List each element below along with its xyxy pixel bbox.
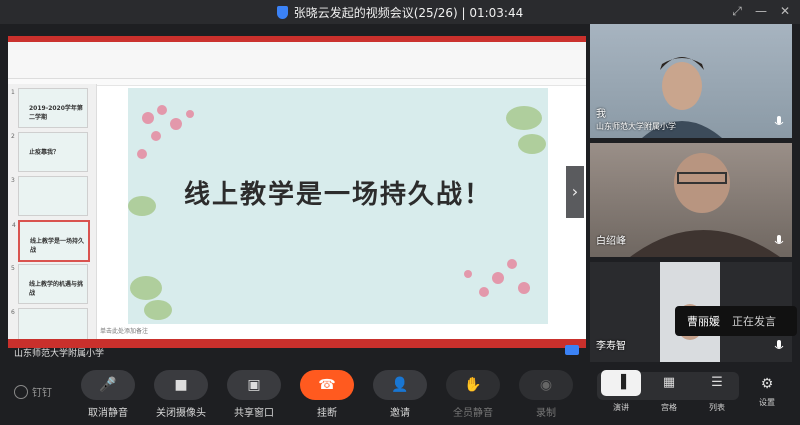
microphone-icon [774,235,784,244]
next-page-arrow[interactable]: › [566,166,584,218]
share-window-button[interactable]: ▣ 共享窗口 [219,370,289,419]
participant-tile[interactable]: 白绍峰 [590,143,792,257]
share-screen-icon: ▣ [227,370,281,400]
slide-thumbnail[interactable]: 3 [11,176,88,216]
participant-tile-self[interactable]: 我 山东师范大学附属小学 [590,24,792,138]
meeting-title: 张晓云发起的视频会议(25/26) | 01:03:44 [276,4,524,21]
shared-screen: 1 2019-2020学年第二学期 2 止疫靠我？ 3 4 线上教学是一场持久战… [8,36,586,348]
ppt-menu-bar [8,42,586,50]
notes-placeholder[interactable]: 单击此处添加备注 [100,326,148,335]
active-speaker-indicator: 曹丽媛 正在发言 [675,306,797,336]
record-icon: ◉ [519,370,573,400]
hang-up-button[interactable]: ☎ 挂断 [292,370,362,419]
add-user-icon: 👤 [373,370,427,400]
camera-icon: ■ [154,370,208,400]
layout-speaker-button[interactable]: ▐ 演讲 [597,370,645,413]
speaker-status: 正在发言 [732,315,776,328]
settings-button[interactable]: ⚙ 设置 [752,376,782,408]
minimize-icon[interactable]: — [754,4,768,18]
participant-name: 我 [596,109,606,120]
participant-name: 李寿智 [596,341,626,352]
mute-all-icon: ✋ [446,370,500,400]
meeting-title-text: 张晓云发起的视频会议(25/26) | 01:03:44 [293,5,524,20]
mute-all-button[interactable]: ✋ 全员静音 [438,370,508,419]
unmute-button[interactable]: 🎤 取消静音 [73,370,143,419]
slide-thumbnail-selected[interactable]: 4 线上教学是一场持久战 [12,220,90,262]
phone-hangup-icon: ☎ [300,370,354,400]
ppt-ribbon [8,50,586,79]
microphone-icon [774,340,784,349]
slide-title: 线上教学是一场持久战！ [183,180,492,210]
speaker-layout-icon: ▐ [601,370,641,396]
camera-off-button[interactable]: ■ 关闭摄像头 [146,370,216,419]
participant-org: 山东师范大学附属小学 [596,122,676,131]
screen-share-icon[interactable] [565,345,579,355]
current-slide: 线上教学是一场持久战！ [128,88,548,324]
list-icon: ☰ [711,375,723,390]
record-button[interactable]: ◉ 录制 [511,370,581,419]
fullscreen-icon[interactable]: ⤢ [730,4,744,18]
grid-icon: ▦ [662,375,676,390]
slide-thumbnail-panel: 1 2019-2020学年第二学期 2 止疫靠我？ 3 4 线上教学是一场持久战… [8,84,97,348]
slide-thumbnail[interactable]: 5 线上教学的机遇与挑战 [11,264,88,304]
muted-microphone-icon: 🎤 [81,370,135,400]
dingtalk-icon [14,384,28,399]
layout-grid-button[interactable]: ▦ 宫格 [645,370,693,413]
participant-name: 白绍峰 [596,236,626,247]
close-icon[interactable]: ✕ [778,4,792,18]
title-bar: 张晓云发起的视频会议(25/26) | 01:03:44 ⤢ — ✕ [0,0,800,24]
microphone-icon [774,116,784,125]
slide-thumbnail[interactable]: 1 2019-2020学年第二学期 [11,88,88,128]
presenter-org-label: 山东师范大学附属小学 [14,349,105,359]
invite-button[interactable]: 👤 邀请 [365,370,435,419]
meeting-control-bar: 钉钉 🎤 取消静音 ■ 关闭摄像头 ▣ 共享窗口 ☎ 挂断 👤 邀请 ✋ 全员静… [0,362,800,425]
speaker-name: 曹丽媛 [687,315,720,328]
gear-icon: ⚙ [760,376,774,392]
app-logo: 钉钉 [14,384,52,399]
window-controls: ⤢ — ✕ [730,4,792,18]
shield-icon [276,5,288,19]
layout-list-button[interactable]: ☰ 列表 [693,370,741,413]
slide-thumbnail[interactable]: 2 止疫靠我？ [11,132,88,172]
